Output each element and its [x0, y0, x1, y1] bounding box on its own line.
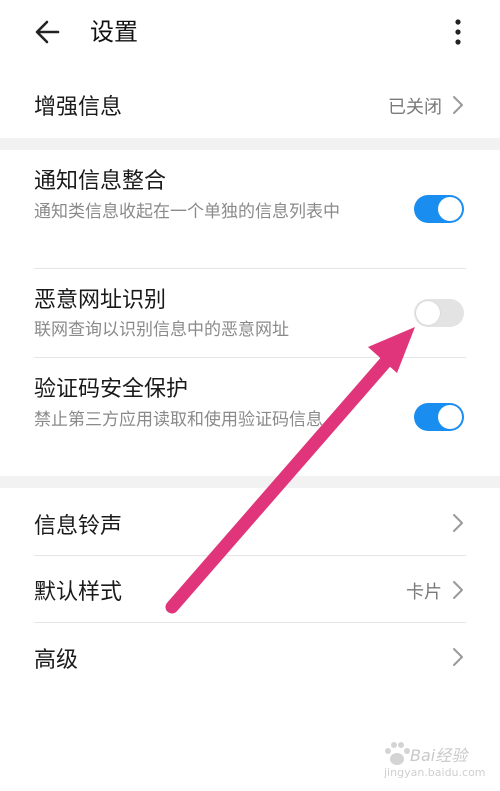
setting-row-malicious-url: 恶意网址识别 联网查询以识别信息中的恶意网址: [0, 269, 500, 357]
setting-row-enhanced-info[interactable]: 增强信息 已关闭: [0, 72, 500, 138]
toggle-knob: [416, 301, 440, 325]
more-options-button[interactable]: [446, 14, 470, 50]
setting-description: 禁止第三方应用读取和使用验证码信息: [34, 410, 323, 430]
setting-description: 通知类信息收起在一个单独的信息列表中: [34, 202, 340, 222]
setting-label: 通知信息整合: [34, 169, 167, 194]
chevron-right-icon: [453, 581, 463, 599]
toggle-knob: [438, 197, 462, 221]
setting-row-advanced[interactable]: 高级: [0, 623, 500, 689]
setting-row-notification-merge: 通知信息整合 通知类信息收起在一个单独的信息列表中: [0, 150, 500, 268]
setting-value: 已关闭: [388, 97, 442, 118]
watermark: Bai经验 jingyan.baidu.com: [382, 738, 492, 786]
chevron-right-icon: [453, 96, 463, 114]
setting-value: 卡片: [406, 582, 442, 603]
page-title: 设置: [90, 18, 138, 46]
setting-row-ringtone[interactable]: 信息铃声: [0, 488, 500, 555]
watermark-text: Bai经验: [410, 746, 468, 765]
setting-description: 联网查询以识别信息中的恶意网址: [34, 320, 289, 340]
app-header: 设置: [0, 0, 500, 64]
arrow-left-icon: [35, 20, 60, 44]
setting-label: 默认样式: [34, 580, 123, 605]
paw-logo-icon: [385, 742, 410, 765]
setting-label: 验证码安全保护: [34, 377, 189, 402]
setting-label: 高级: [34, 648, 79, 673]
watermark-site: jingyan.baidu.com: [384, 766, 486, 779]
more-vertical-icon: [455, 19, 461, 45]
verification-code-toggle[interactable]: [414, 403, 464, 431]
setting-row-default-style[interactable]: 默认样式 卡片: [0, 556, 500, 622]
setting-row-verification-code: 验证码安全保护 禁止第三方应用读取和使用验证码信息: [0, 358, 500, 476]
back-button[interactable]: [30, 14, 70, 50]
chevron-right-icon: [453, 648, 463, 666]
toggle-knob: [438, 405, 462, 429]
notification-merge-toggle[interactable]: [414, 195, 464, 223]
section-gap: [0, 476, 500, 488]
section-gap: [0, 138, 500, 150]
setting-label: 信息铃声: [34, 514, 123, 539]
setting-label: 增强信息: [34, 95, 123, 120]
chevron-right-icon: [453, 514, 463, 532]
setting-label: 恶意网址识别: [34, 288, 167, 313]
malicious-url-toggle[interactable]: [414, 299, 464, 327]
